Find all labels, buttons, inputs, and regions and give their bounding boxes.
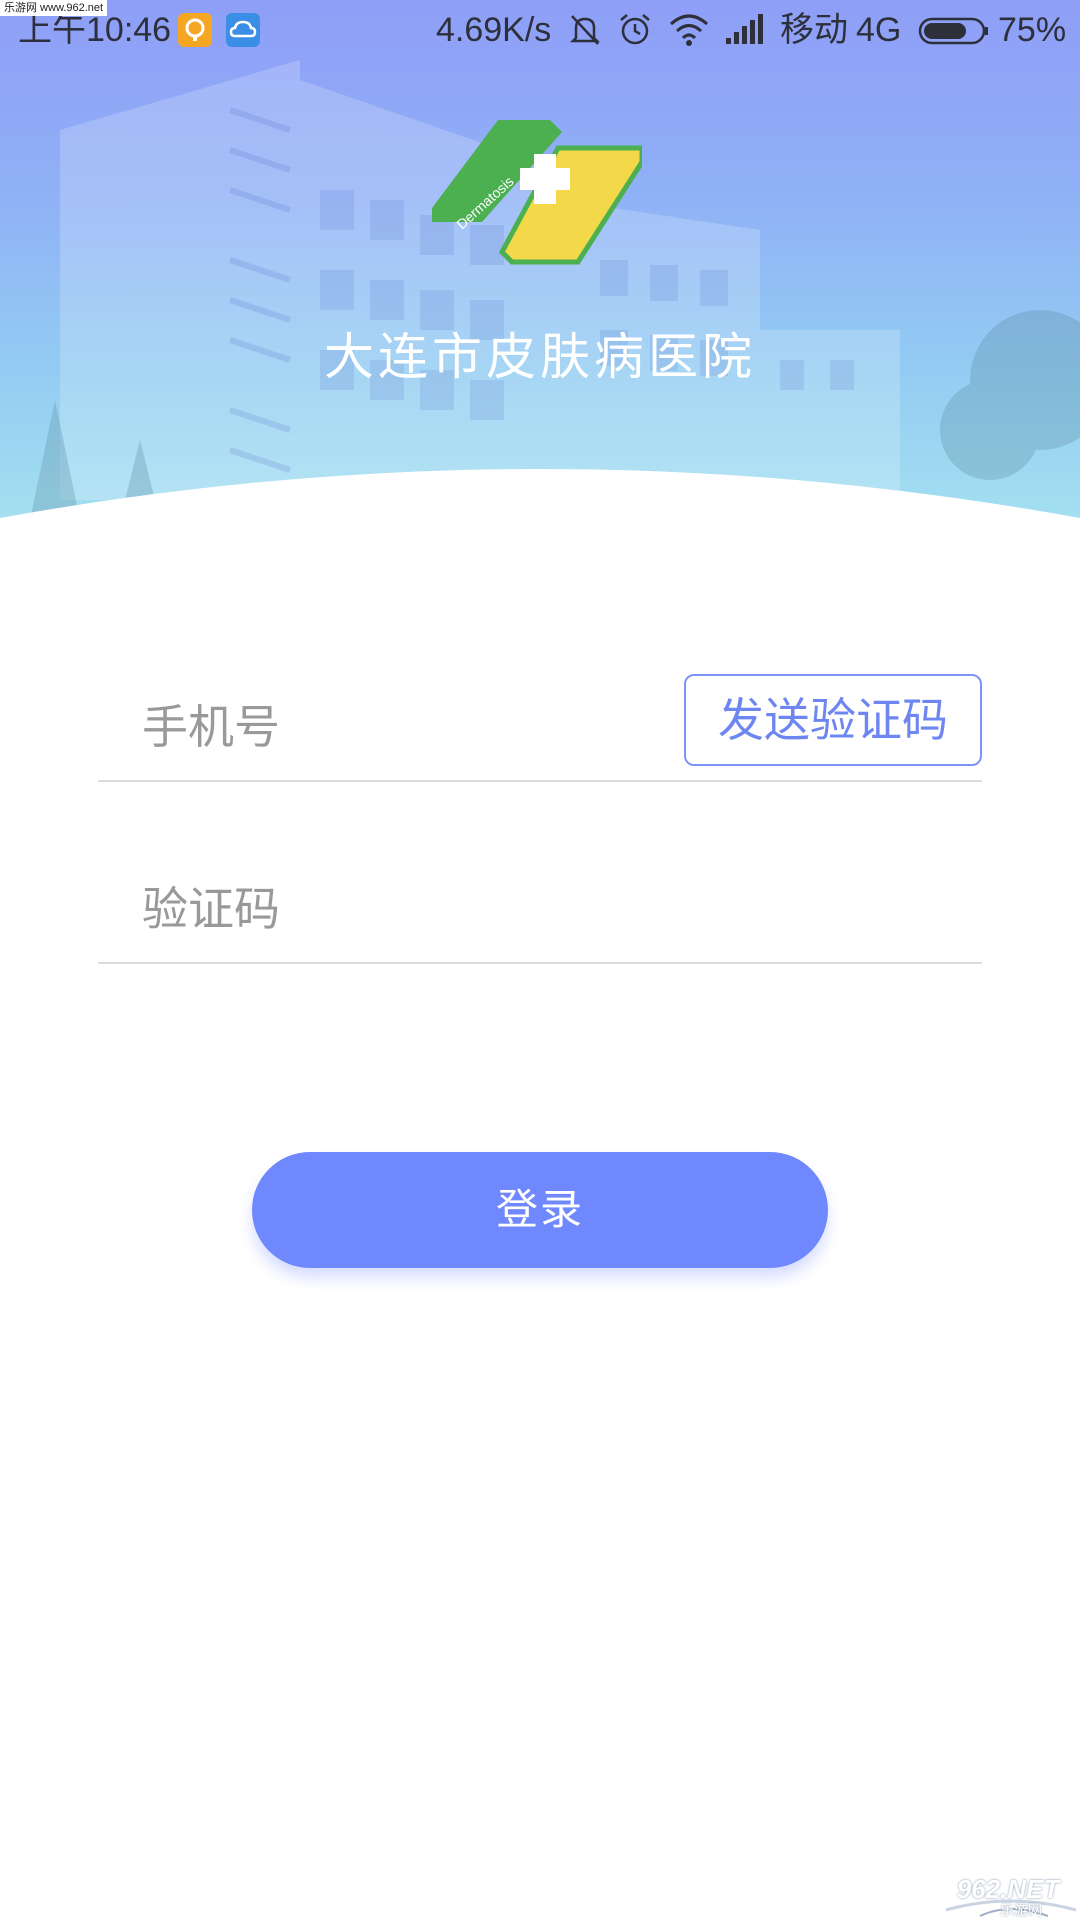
cloud-app-icon [226,13,260,47]
mute-bell-icon [569,15,601,45]
hospital-logo: Dermatosis [432,120,642,265]
photo-app-icon [178,13,212,47]
signal-icon [726,14,763,44]
page-title: 大连市皮肤病医院 [324,328,756,386]
watermark-sub: 乐游网 [1000,1903,1042,1919]
code-row [98,850,982,964]
wifi-icon [670,14,708,46]
verification-code-input[interactable] [142,874,662,944]
login-button[interactable]: 登录 [252,1152,828,1268]
battery-icon [918,17,988,45]
header-hero [0,0,1080,540]
phone-row: 发送验证码 [98,668,982,782]
send-code-button[interactable]: 发送验证码 [684,674,982,766]
hero-curve-edge [0,469,1080,540]
network-type: 4G [856,11,902,49]
carrier-name: 移动 [780,11,848,49]
status-bar: 上午10:46 4.69K/s 移动 4G 75% [0,0,1080,60]
phone-input[interactable] [142,692,662,762]
battery-percent: 75% [998,11,1067,49]
alarm-icon [620,14,650,45]
watermark-top-left: 乐游网 www.962.net [0,0,108,16]
network-speed: 4.69K/s [436,11,552,49]
